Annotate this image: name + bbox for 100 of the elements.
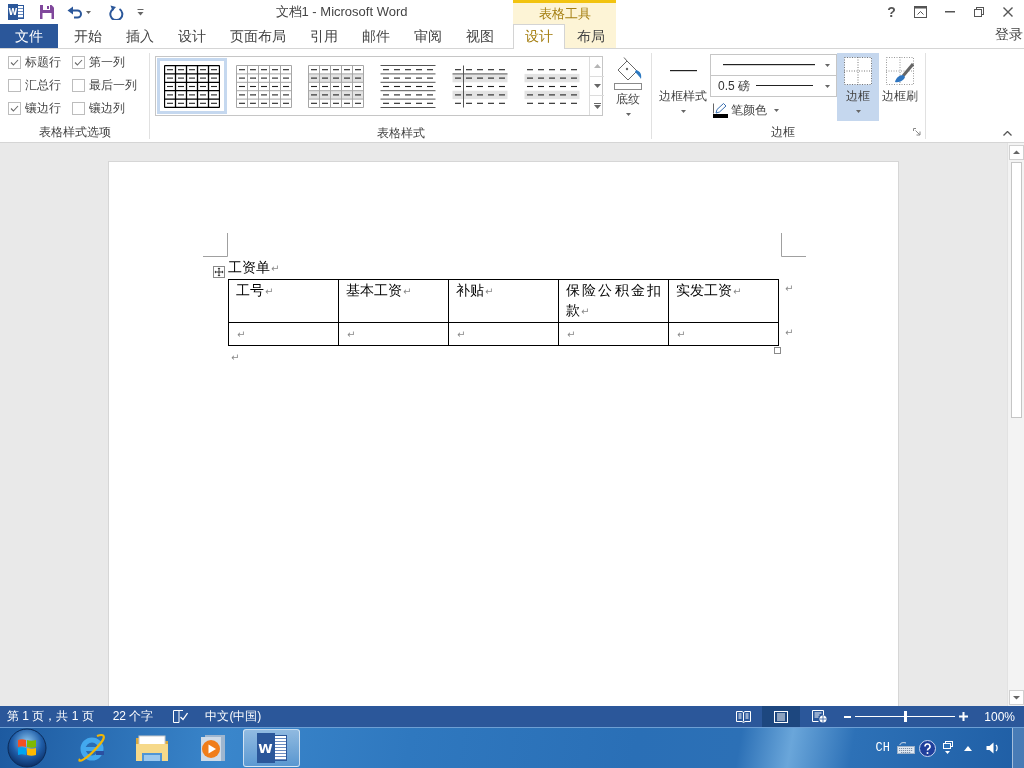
paragraph-mark: ↵ bbox=[231, 352, 240, 363]
caret-icon[interactable] bbox=[825, 63, 830, 67]
ribbon-tab[interactable]: 布局 bbox=[565, 24, 617, 48]
group-label: 边框 bbox=[769, 124, 796, 140]
cell-text: 实发工资↵ bbox=[676, 282, 742, 298]
window-title: 文档1 - Microsoft Word bbox=[274, 3, 409, 21]
paragraph-mark: ↵ bbox=[785, 282, 794, 296]
ribbon-tab[interactable]: 引用 bbox=[298, 24, 350, 48]
borders-button[interactable]: 边框 bbox=[837, 53, 879, 121]
group-label: 表格样式选项 bbox=[37, 124, 112, 140]
caret-icon[interactable] bbox=[825, 84, 830, 88]
checkbox-label[interactable]: 镶边行 bbox=[25, 100, 61, 117]
input-language-indicator[interactable]: CH bbox=[875, 741, 890, 755]
checkbox-label[interactable]: 第一列 bbox=[89, 54, 125, 71]
checkbox[interactable] bbox=[72, 102, 85, 115]
close-icon[interactable] bbox=[1002, 7, 1013, 17]
table-resize-handle[interactable] bbox=[774, 347, 781, 354]
scroll-down-icon[interactable] bbox=[1008, 690, 1024, 705]
view-button[interactable] bbox=[762, 706, 801, 727]
checkbox-label[interactable]: 最后一列 bbox=[89, 77, 137, 94]
zoom-level[interactable]: 100% bbox=[984, 709, 1015, 724]
table-move-handle-icon[interactable] bbox=[213, 266, 225, 278]
page-layout-icon bbox=[774, 710, 789, 723]
dialog-launcher-icon[interactable] bbox=[913, 128, 921, 136]
zoom-in-icon[interactable] bbox=[959, 712, 969, 721]
taskbar-button[interactable]: W bbox=[243, 729, 300, 767]
help-button[interactable]: ? bbox=[877, 0, 906, 24]
language-status[interactable]: 中文(中国) bbox=[205, 708, 262, 725]
contextual-group-title: 表格工具 bbox=[537, 5, 592, 23]
caret-icon[interactable] bbox=[855, 110, 861, 113]
margin-corner-icon bbox=[203, 233, 228, 257]
zoom-slider-thumb[interactable] bbox=[904, 711, 908, 722]
minimize-icon[interactable] bbox=[944, 11, 955, 13]
show-hidden-icons-icon[interactable] bbox=[964, 745, 972, 751]
caret-icon[interactable] bbox=[680, 110, 686, 113]
table-thumbnail-icon bbox=[236, 64, 292, 108]
checkbox[interactable] bbox=[72, 56, 85, 69]
ribbon-tab[interactable]: 插入 bbox=[114, 24, 166, 48]
border-styles-button[interactable]: 边框样式 bbox=[656, 53, 710, 121]
help-icon[interactable] bbox=[919, 739, 936, 757]
scroll-down-icon[interactable] bbox=[593, 84, 601, 88]
start-menu-icon[interactable] bbox=[7, 728, 47, 768]
checkbox-label[interactable]: 汇总行 bbox=[25, 77, 61, 94]
zoom-out-icon[interactable] bbox=[844, 715, 852, 718]
caret-icon[interactable] bbox=[86, 10, 91, 14]
restore-icon[interactable] bbox=[973, 7, 984, 17]
speaker-icon[interactable] bbox=[986, 742, 1000, 754]
table-thumbnail-icon bbox=[164, 64, 220, 108]
save-icon[interactable] bbox=[39, 4, 55, 20]
page-count[interactable]: 第 1 页，共 1 页 bbox=[7, 708, 94, 725]
line-style-icon bbox=[669, 69, 697, 72]
paragraph-mark: ↵ bbox=[785, 326, 794, 340]
ribbon-tab[interactable]: 视图 bbox=[454, 24, 506, 48]
ribbon-tab[interactable]: 邮件 bbox=[350, 24, 402, 48]
checkbox[interactable] bbox=[8, 102, 21, 115]
web-page-icon bbox=[811, 710, 827, 723]
checkbox[interactable] bbox=[8, 79, 21, 92]
pen-icon bbox=[713, 102, 728, 114]
shading-button[interactable]: 底纹 bbox=[607, 56, 649, 124]
ribbon-display-options-icon[interactable] bbox=[914, 6, 927, 18]
table-thumbnail-icon bbox=[308, 64, 364, 108]
heading-text: 工资单 bbox=[228, 259, 270, 275]
pen-color-button[interactable]: 笔颜色 bbox=[710, 99, 779, 121]
cell-text: 保险公积金扣款↵ bbox=[566, 282, 661, 318]
folder-icon[interactable] bbox=[134, 734, 169, 762]
collapse-ribbon-icon[interactable] bbox=[1003, 131, 1012, 136]
line-weight-dropdown[interactable]: 0.5 磅 bbox=[710, 75, 837, 97]
borders-grid-icon bbox=[844, 56, 872, 85]
checkbox[interactable] bbox=[8, 56, 21, 69]
scroll-up-icon[interactable] bbox=[1008, 145, 1024, 160]
ribbon-tab[interactable]: 设计 bbox=[513, 24, 565, 49]
checkbox-label[interactable]: 标题行 bbox=[25, 54, 61, 71]
customize-toolbar-icon[interactable] bbox=[137, 8, 144, 16]
word-count[interactable]: 22 个字 bbox=[112, 708, 154, 725]
keyboard-icon[interactable] bbox=[897, 742, 915, 754]
ribbon-tab[interactable]: 页面布局 bbox=[218, 24, 298, 48]
proofing-icon[interactable] bbox=[173, 710, 189, 723]
paint-bucket-icon bbox=[613, 57, 643, 90]
ribbon-tab[interactable]: 审阅 bbox=[402, 24, 454, 48]
line-sample-icon bbox=[756, 85, 813, 87]
caret-icon[interactable] bbox=[625, 113, 631, 116]
ribbon-tab[interactable]: 开始 bbox=[62, 24, 114, 48]
checkbox[interactable] bbox=[72, 79, 85, 92]
line-style-dropdown[interactable] bbox=[710, 54, 837, 76]
cell-text: 工号↵ bbox=[236, 282, 274, 298]
windows-overflow-icon[interactable] bbox=[943, 741, 953, 755]
border-painter-button[interactable]: 边框刷 bbox=[879, 53, 921, 121]
caret-icon[interactable] bbox=[774, 108, 779, 112]
scrollbar-thumb[interactable] bbox=[1010, 162, 1022, 418]
file-tab[interactable]: 文件 bbox=[0, 24, 58, 48]
app-logo: W bbox=[256, 735, 287, 761]
border-brush-icon bbox=[886, 56, 914, 85]
sign-in-link[interactable]: 登录 bbox=[995, 24, 1024, 48]
undo-icon[interactable] bbox=[67, 5, 83, 19]
browser-icon[interactable] bbox=[75, 732, 108, 764]
checkbox-label[interactable]: 镶边列 bbox=[89, 100, 125, 117]
redo-icon[interactable] bbox=[109, 4, 124, 20]
ribbon-tab[interactable]: 设计 bbox=[166, 24, 218, 48]
more-icon[interactable] bbox=[593, 102, 601, 109]
table-style-option[interactable] bbox=[157, 58, 227, 114]
